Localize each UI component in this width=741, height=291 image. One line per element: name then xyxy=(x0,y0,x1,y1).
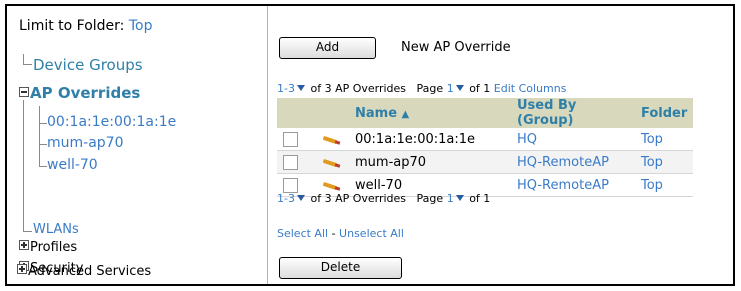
edit-pencil-icon[interactable] xyxy=(321,157,341,167)
tree-connector xyxy=(39,106,40,167)
row-name: mum-ap70 xyxy=(349,150,511,174)
row-used-by-link[interactable]: HQ-RemoteAP xyxy=(511,173,635,197)
page-total: of 1 xyxy=(469,82,491,95)
table-row: mum-ap70 HQ-RemoteAP Top xyxy=(277,150,694,174)
name-column-header[interactable]: Name ▲ xyxy=(349,98,511,128)
add-button[interactable]: Add xyxy=(279,37,376,59)
pager-top: 1-3 of 3 AP Overrides Page 1 of 1 Edit C… xyxy=(277,82,566,95)
row-used-by-link[interactable]: HQ-RemoteAP xyxy=(511,150,635,174)
collapse-icon[interactable] xyxy=(19,87,29,97)
pager-count: of 3 AP Overrides xyxy=(310,192,407,205)
ap-overrides-label: AP Overrides xyxy=(30,84,141,102)
pager-bottom: 1-3 of 3 AP Overrides Page 1 of 1 xyxy=(277,192,490,205)
folder-tree-pane: Limit to Folder: Top Device Groups AP Ov… xyxy=(9,6,268,284)
page-label: Page xyxy=(416,192,444,205)
tree-connector xyxy=(23,54,24,64)
tree-item-device-groups[interactable]: Device Groups xyxy=(33,56,143,74)
page-number[interactable]: 1 xyxy=(447,82,454,95)
tree-connector xyxy=(39,144,47,145)
row-checkbox[interactable] xyxy=(283,154,298,170)
navigation-tree: Device Groups AP Overrides 00:1a:1e:00:1… xyxy=(19,6,267,284)
tree-item-ap-3[interactable]: well-70 xyxy=(47,157,98,173)
dropdown-arrow-icon[interactable] xyxy=(296,85,305,91)
new-override-label: New AP Override xyxy=(401,40,511,55)
select-all-link[interactable]: Select All xyxy=(277,227,328,240)
tree-item-wlans[interactable]: WLANs xyxy=(33,222,79,237)
delete-button[interactable]: Delete xyxy=(279,257,402,279)
expand-icon[interactable] xyxy=(17,264,27,274)
tree-item-advanced-services-row[interactable]: Advanced Services xyxy=(17,264,151,279)
select-column-header xyxy=(277,98,315,128)
row-folder-link[interactable]: Top xyxy=(635,128,694,151)
edit-pencil-icon[interactable] xyxy=(321,180,341,190)
tree-connector xyxy=(39,123,47,124)
page-label: Page xyxy=(416,82,444,95)
selection-separator: - xyxy=(328,227,340,240)
tree-connector xyxy=(23,64,32,65)
row-folder-link[interactable]: Top xyxy=(635,150,694,174)
row-folder-link[interactable]: Top xyxy=(635,173,694,197)
advanced-services-label: Advanced Services xyxy=(28,264,152,279)
dropdown-arrow-icon[interactable] xyxy=(455,85,464,91)
tree-item-ap-1[interactable]: 00:1a:1e:00:1a:1e xyxy=(47,114,176,130)
row-used-by-link[interactable]: HQ xyxy=(511,128,635,151)
tree-connector xyxy=(23,231,32,232)
range-link[interactable]: 1-3 xyxy=(277,192,295,205)
tree-item-profiles[interactable]: Profiles xyxy=(19,240,77,255)
row-name: 00:1a:1e:00:1a:1e xyxy=(349,128,511,151)
tree-item-ap-overrides[interactable]: AP Overrides xyxy=(19,84,140,102)
tree-connector xyxy=(39,166,47,167)
overrides-content: Add New AP Override 1-3 of 3 AP Override… xyxy=(269,6,733,284)
edit-columns-link[interactable]: Edit Columns xyxy=(494,82,567,95)
expand-icon[interactable] xyxy=(19,240,29,250)
used-by-column-header[interactable]: Used By (Group) xyxy=(511,98,635,128)
table-row: 00:1a:1e:00:1a:1e HQ Top xyxy=(277,128,694,151)
dropdown-arrow-icon[interactable] xyxy=(455,195,464,201)
selection-links: Select All - Unselect All xyxy=(277,227,404,240)
tree-item-ap-2[interactable]: mum-ap70 xyxy=(47,135,123,151)
table-header-row: Name ▲ Used By (Group) Folder xyxy=(277,98,694,128)
tree-connector xyxy=(23,100,24,232)
row-checkbox[interactable] xyxy=(283,131,298,147)
page-number[interactable]: 1 xyxy=(447,192,454,205)
row-checkbox[interactable] xyxy=(283,177,298,193)
range-link[interactable]: 1-3 xyxy=(277,82,295,95)
profiles-label: Profiles xyxy=(30,240,78,255)
ap-overrides-table: Name ▲ Used By (Group) Folder 00:1a:1e:0… xyxy=(277,98,694,197)
dropdown-arrow-icon[interactable] xyxy=(296,195,305,201)
edit-pencil-icon[interactable] xyxy=(321,134,341,144)
folder-column-header[interactable]: Folder xyxy=(635,98,694,128)
sort-ascending-icon[interactable]: ▲ xyxy=(402,109,410,120)
pager-count: of 3 AP Overrides xyxy=(310,82,407,95)
edit-column-header xyxy=(315,98,349,128)
page-total: of 1 xyxy=(469,192,491,205)
ap-overrides-panel: Limit to Folder: Top Device Groups AP Ov… xyxy=(5,4,735,286)
unselect-all-link[interactable]: Unselect All xyxy=(339,227,404,240)
